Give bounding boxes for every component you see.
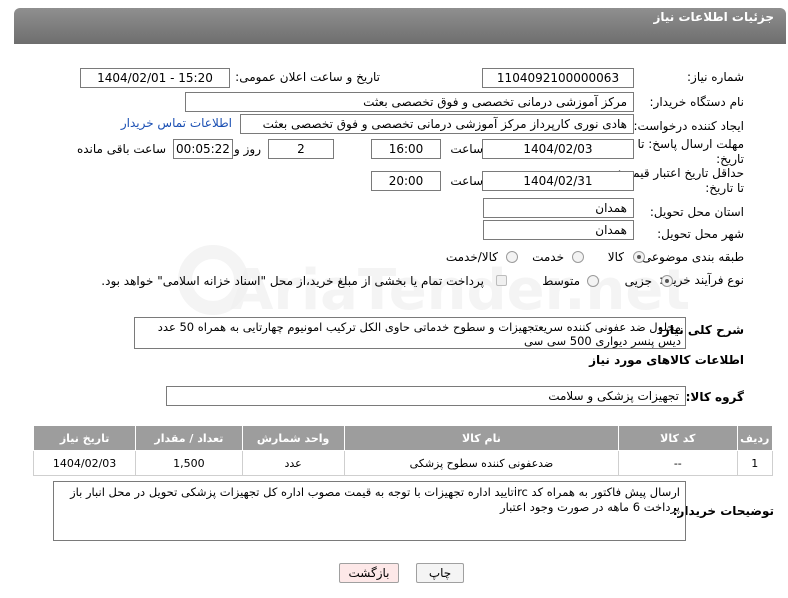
announce-field: 1404/02/01 - 15:20: [80, 68, 230, 88]
category-radio-goods[interactable]: [633, 251, 645, 263]
goods-table-header: تاریخ نیاز تعداد / مقدار واحد شمارش نام …: [32, 425, 774, 451]
row-name: ضدعفونی کننده سطوح پزشکی: [343, 450, 620, 476]
deadline-time-label: ساعت: [450, 142, 483, 156]
city-field: همدان: [483, 220, 634, 240]
city-label: شهر محل تحویل:: [657, 227, 744, 241]
process-radio-medium[interactable]: [587, 275, 599, 287]
province-field: همدان: [483, 198, 634, 218]
col-qty: تعداد / مقدار: [135, 425, 243, 451]
row-unit: عدد: [241, 450, 345, 476]
back-button[interactable]: بازگشت: [339, 563, 399, 583]
payment-checkbox[interactable]: [496, 275, 507, 286]
process-option-medium: متوسط: [542, 274, 580, 288]
price-date-field: 1404/02/31: [482, 171, 634, 191]
row-index: 1: [736, 450, 774, 476]
description-textarea[interactable]: محلول ضد عفونی کننده سریعتجهیزات و سطوح …: [134, 317, 686, 349]
table-row: 1404/02/03 1,500 عدد ضدعفونی کننده سطوح …: [32, 450, 774, 476]
row-date: 1404/02/03: [32, 450, 137, 476]
need-number-field: 1104092100000063: [482, 68, 634, 88]
page-title: جزئیات اطلاعات نیاز: [653, 10, 774, 24]
province-label: استان محل تحویل:: [649, 205, 744, 219]
buyer-contact-link[interactable]: اطلاعات تماس خریدار: [121, 116, 232, 130]
col-code: کد کالا: [618, 425, 738, 451]
category-option-goods-service: کالا/خدمت: [445, 250, 498, 264]
buyer-notes-label: توضیحات خریدار:: [672, 504, 774, 518]
deadline-label-text: مهلت ارسال پاسخ: تا تاریخ:: [637, 137, 744, 166]
deadline-date-field: 1404/02/03: [482, 139, 634, 159]
price-validity-label-text: حداقل تاریخ اعتبار قیمت: تا تاریخ:: [617, 166, 744, 195]
print-button[interactable]: چاپ: [416, 563, 464, 583]
requester-field: هادی نوری کارپرداز مرکز آموزشی درمانی تخ…: [240, 114, 634, 134]
remaining-time-field: 00:05:22: [173, 139, 233, 159]
category-label: طبقه بندی موضوعی:: [637, 250, 744, 264]
goods-group-field: تجهیزات پزشکی و سلامت: [166, 386, 686, 406]
goods-group-label: گروه کالا:: [685, 390, 744, 404]
row-code: --: [618, 450, 738, 476]
goods-section-title: اطلاعات کالاهای مورد نیاز: [589, 353, 744, 367]
days-field: 2: [268, 139, 334, 159]
price-time-label: ساعت: [450, 174, 483, 188]
buyer-label: نام دستگاه خریدار:: [649, 95, 745, 109]
col-unit: واحد شمارش: [241, 425, 345, 451]
remaining-label: ساعت باقی مانده: [76, 142, 166, 156]
buyer-notes-text: ارسال پیش فاکتور به همراه کد ircتایید اد…: [70, 485, 680, 514]
category-option-service: خدمت: [532, 250, 564, 264]
row-qty: 1,500: [135, 450, 243, 476]
category-option-goods: کالا: [607, 250, 624, 264]
process-option-minor: جزیی: [624, 274, 652, 288]
col-name: نام کالا: [343, 425, 620, 451]
deadline-label: مهلت ارسال پاسخ: تا تاریخ:: [624, 137, 744, 167]
days-label: روز و: [234, 142, 261, 156]
price-time-field: 20:00: [371, 171, 441, 191]
need-number-label: شماره نیاز:: [687, 70, 744, 84]
col-index: ردیف: [736, 425, 774, 451]
col-date: تاریخ نیاز: [32, 425, 137, 451]
description-text: محلول ضد عفونی کننده سریعتجهیزات و سطوح …: [157, 320, 681, 348]
category-radio-service[interactable]: [572, 251, 584, 263]
requester-label: ایجاد کننده درخواست:: [633, 119, 744, 133]
deadline-time-field: 16:00: [371, 139, 441, 159]
announce-label: تاریخ و ساعت اعلان عمومی:: [235, 70, 380, 84]
buyer-field: مرکز آموزشی درمانی تخصصی و فوق تخصصی بعث…: [185, 92, 634, 112]
buyer-notes-textarea[interactable]: ارسال پیش فاکتور به همراه کد ircتایید اد…: [53, 481, 686, 541]
goods-table: تاریخ نیاز تعداد / مقدار واحد شمارش نام …: [32, 425, 774, 476]
payment-text: پرداخت تمام یا بخشی از مبلغ خرید،از محل …: [101, 274, 484, 288]
watermark-text: AriaTender.net: [230, 258, 691, 323]
process-radio-minor[interactable]: [661, 275, 673, 287]
category-radio-goods-service[interactable]: [506, 251, 518, 263]
